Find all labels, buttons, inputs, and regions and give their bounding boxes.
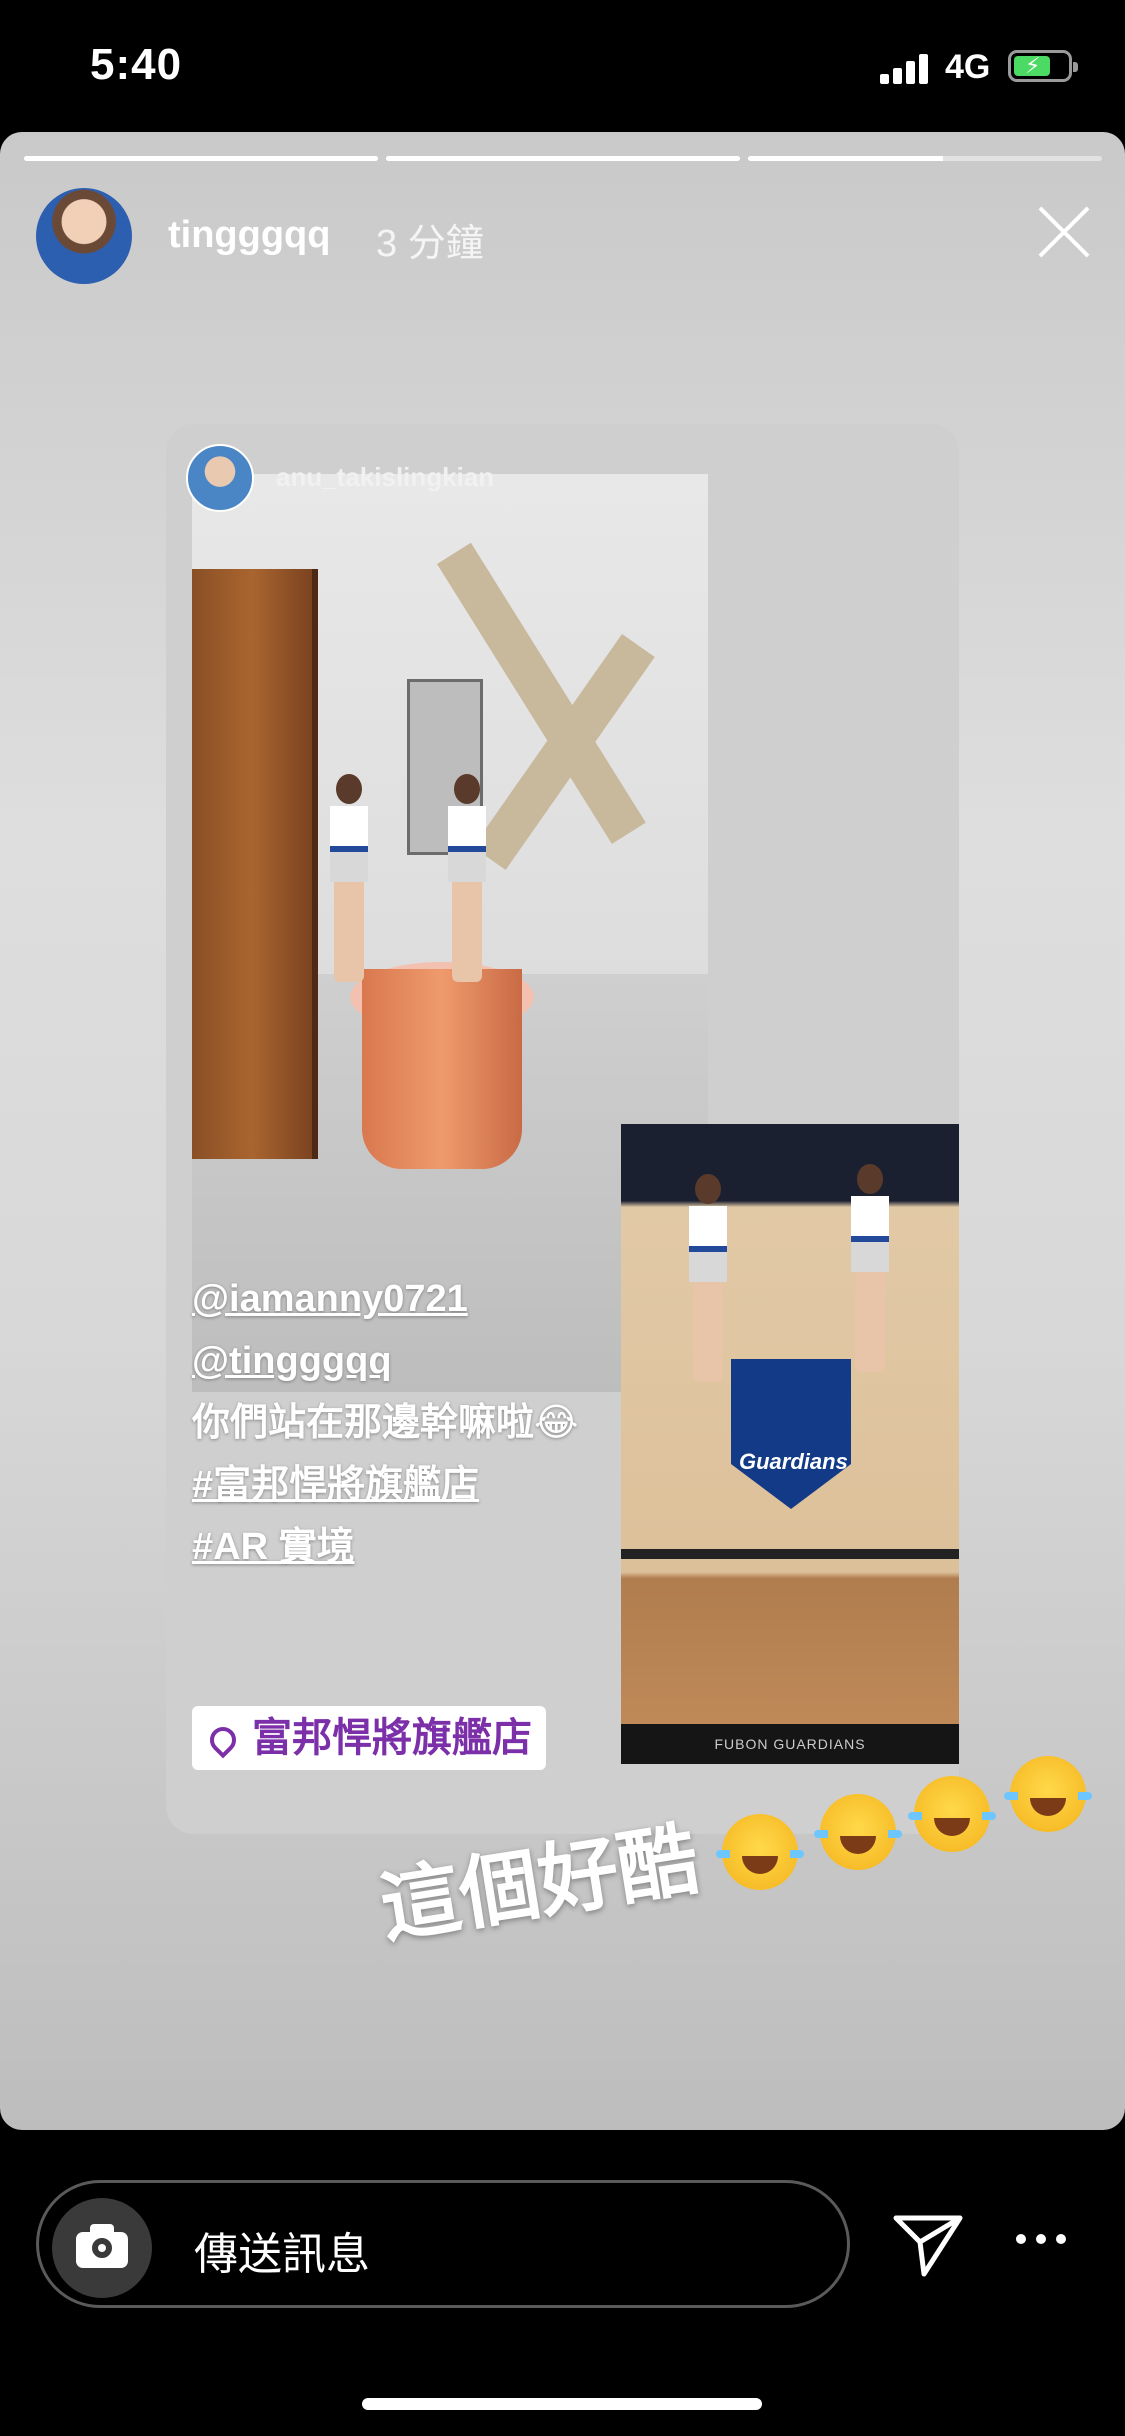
message-input[interactable] xyxy=(36,2180,850,2308)
laughing-emoji-icon xyxy=(716,1814,804,1890)
story-timestamp: 3 分鐘 xyxy=(376,223,484,265)
story-username[interactable]: tingggqq xyxy=(168,214,330,257)
shared-post-username[interactable]: anu_takislingkian xyxy=(276,462,494,493)
cheerleader-figure xyxy=(440,774,492,984)
story-progress-segment xyxy=(24,156,378,161)
trash-bin-image xyxy=(362,969,522,1169)
mention-link[interactable]: @iamanny0721 xyxy=(192,1268,632,1330)
battery-icon: ⚡ xyxy=(1008,50,1078,82)
guardians-logo xyxy=(731,1359,851,1509)
home-indicator[interactable] xyxy=(362,2398,762,2410)
inset-photo: Guardians FUBON GUARDIANS xyxy=(621,1124,959,1764)
laughing-emoji-icon xyxy=(814,1794,902,1870)
close-icon[interactable] xyxy=(1036,204,1092,260)
cheerleader-figure xyxy=(843,1164,895,1374)
cheerleader-figure xyxy=(681,1174,733,1384)
fubon-sign: FUBON GUARDIANS xyxy=(621,1724,959,1764)
story-progress-segment xyxy=(386,156,740,161)
send-icon[interactable] xyxy=(888,2202,968,2282)
hashtag-link[interactable]: #AR 實境 xyxy=(192,1516,632,1578)
shared-post-caption: @iamanny0721 @tingggqq 你們站在那邊幹嘛啦😂 #富邦悍將旗… xyxy=(192,1268,632,1578)
location-label: 富邦悍將旗艦店 xyxy=(252,1716,532,1760)
laughing-emoji-icon xyxy=(1004,1756,1092,1832)
mention-link[interactable]: @tingggqq xyxy=(192,1330,632,1392)
story-viewer[interactable]: tingggqq 3 分鐘 Guardians FUBON GUARDIANS … xyxy=(0,132,1125,2130)
laughing-emoji-icon xyxy=(908,1776,996,1852)
door-image xyxy=(192,569,318,1159)
message-placeholder[interactable]: 傳送訊息 xyxy=(194,2218,370,2282)
caption-text: 你們站在那邊幹嘛啦😂 xyxy=(192,1402,579,1444)
location-pin-icon xyxy=(204,1722,242,1759)
avatar[interactable] xyxy=(36,188,132,284)
location-sticker[interactable]: 富邦悍將旗艦店 xyxy=(192,1706,546,1770)
clock: 5:40 xyxy=(90,40,183,89)
camera-icon[interactable] xyxy=(52,2198,152,2298)
status-bar: 5:40 4G ⚡ xyxy=(0,0,1125,130)
network-type: 4G xyxy=(945,48,991,86)
story-progress-segment xyxy=(748,156,1102,161)
hashtag-link[interactable]: #富邦悍將旗艦店 xyxy=(192,1454,632,1516)
more-options-icon[interactable] xyxy=(1016,2234,1066,2248)
signal-icon xyxy=(880,52,932,84)
cheerleader-figure xyxy=(322,774,374,984)
avatar[interactable] xyxy=(186,444,254,512)
shared-post[interactable]: Guardians FUBON GUARDIANS anu_takislingk… xyxy=(166,424,959,1834)
guardians-logo-text: Guardians xyxy=(739,1449,848,1474)
